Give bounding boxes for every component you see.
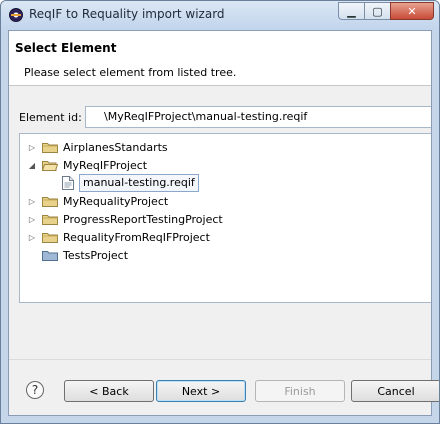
folder-icon <box>42 214 58 225</box>
tree-item-label: RequalityFromReqIFProject <box>63 230 210 244</box>
tree-item-manual-testing-reqif[interactable]: manual-testing.reqif <box>58 174 199 192</box>
element-id-field[interactable]: \MyReqIFProject\manual-testing.reqif <box>85 106 431 128</box>
element-id-label: Element id: <box>19 111 82 124</box>
tree-item-airplanesstandarts[interactable]: ▷ AirplanesStandarts <box>26 138 168 156</box>
back-button[interactable]: < Back <box>64 380 154 402</box>
tree-item-label: AirplanesStandarts <box>63 140 168 154</box>
page-title: Select Element <box>15 41 117 55</box>
folder-icon <box>42 196 58 207</box>
element-tree[interactable]: ▷ AirplanesStandarts ◢ MyReqIFProject ma… <box>19 133 431 303</box>
folder-icon <box>42 232 58 243</box>
window-title: ReqIF to Requality import wizard <box>29 7 225 21</box>
file-icon <box>62 176 74 190</box>
folder-open-icon <box>42 160 58 171</box>
tree-item-label: ProgressReportTestingProject <box>63 212 223 226</box>
close-button[interactable]: ✕ <box>390 2 434 20</box>
footer-divider <box>9 359 431 360</box>
folder-closed-icon <box>42 250 58 261</box>
minimize-button[interactable]: ▁ <box>338 2 365 20</box>
finish-button[interactable]: Finish <box>255 380 345 402</box>
tree-item-label: manual-testing.reqif <box>79 174 199 192</box>
wizard-header: Select Element Please select element fro… <box>9 31 431 86</box>
folder-icon <box>42 142 58 153</box>
collapse-arrow-icon[interactable]: ◢ <box>26 159 38 171</box>
tree-item-label: TestsProject <box>63 248 129 262</box>
tree-item-testsproject[interactable]: TestsProject <box>26 246 128 264</box>
tree-item-myrequalityproject[interactable]: ▷ MyRequalityProject <box>26 192 168 210</box>
expand-arrow-icon[interactable]: ▷ <box>26 231 38 243</box>
maximize-button[interactable]: ▢ <box>364 2 391 20</box>
page-description: Please select element from listed tree. <box>24 66 237 79</box>
expand-arrow-icon[interactable]: ▷ <box>26 141 38 153</box>
cancel-button[interactable]: Cancel <box>351 380 439 402</box>
title-bar[interactable]: ReqIF to Requality import wizard ▁ ▢ ✕ <box>1 1 439 29</box>
tree-item-label: MyReqIFProject <box>63 158 148 172</box>
expand-arrow-icon[interactable]: ▷ <box>26 213 38 225</box>
wizard-window: ReqIF to Requality import wizard ▁ ▢ ✕ S… <box>0 0 440 424</box>
next-button[interactable]: Next > <box>156 380 246 402</box>
tree-item-requalityfromreqifproject[interactable]: ▷ RequalityFromReqIFProject <box>26 228 210 246</box>
help-icon[interactable]: ? <box>26 381 44 399</box>
tree-item-myreqifproject[interactable]: ◢ MyReqIFProject <box>26 156 147 174</box>
tree-item-label: MyRequalityProject <box>63 194 169 208</box>
eclipse-icon <box>9 8 23 22</box>
expand-arrow-icon[interactable]: ▷ <box>26 195 38 207</box>
wizard-body: Select Element Please select element fro… <box>8 30 439 416</box>
tree-item-progressreporttestingproject[interactable]: ▷ ProgressReportTestingProject <box>26 210 223 228</box>
